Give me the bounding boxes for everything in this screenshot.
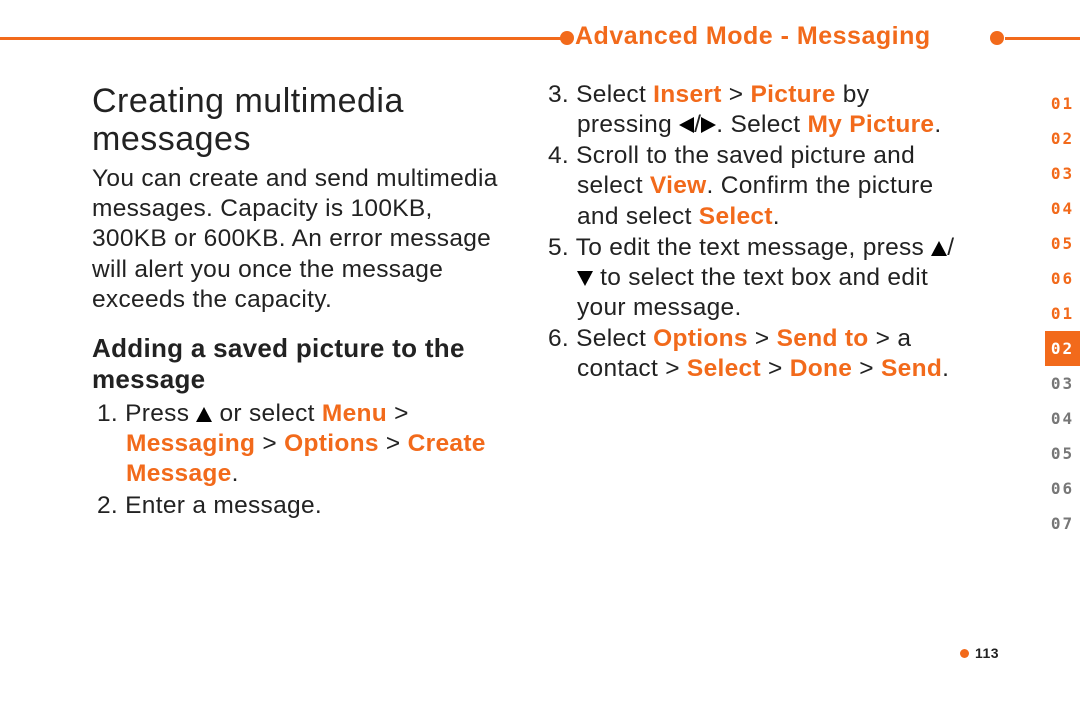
text: . [773,203,780,230]
step-6: 6. Select Options > Send to > a contact … [543,324,963,384]
tab-01b[interactable]: 01 [1045,296,1080,331]
left-arrow-icon [679,117,694,133]
step-3: 3. Select Insert > Picture by pressing /… [543,80,963,140]
send-label: Send [881,355,942,382]
header-rule-right [1005,37,1080,40]
text: To edit the text message, press [576,234,932,261]
sendto-label: Send to [777,325,869,352]
options-label: Options [284,430,379,457]
up-arrow-icon [931,241,947,256]
tab-04[interactable]: 04 [1045,191,1080,226]
step-2: 2. Enter a message. [92,491,512,521]
tab-07b[interactable]: 07 [1045,506,1080,541]
text: . [934,111,941,138]
step-number: 1. [97,400,118,427]
text: Press [125,400,196,427]
down-arrow-icon [577,271,593,286]
select-label: Select [687,355,761,382]
step-number: 2. [97,492,118,519]
select-label: Select [699,203,773,230]
subsection-heading: Adding a saved picture to the message [92,333,512,395]
step-number: 6. [548,325,569,352]
tab-05[interactable]: 05 [1045,226,1080,261]
right-arrow-icon [701,117,716,133]
tab-03[interactable]: 03 [1045,156,1080,191]
text: Select [576,81,653,108]
sep: > [852,355,881,382]
left-column: Creating multimedia messages You can cre… [92,82,512,522]
header-rule-left [0,37,565,40]
text: . Select [716,111,807,138]
insert-label: Insert [653,81,722,108]
section-heading: Creating multimedia messages [92,82,512,158]
sep: > [255,430,284,457]
intro-paragraph: You can create and send multimedia messa… [92,164,512,315]
text: Enter a message. [125,492,322,519]
text: Select [576,325,653,352]
tab-06[interactable]: 06 [1045,261,1080,296]
text: or select [212,400,322,427]
messaging-label: Messaging [126,430,255,457]
step-number: 4. [548,142,569,169]
sep: > [387,400,409,427]
tab-05b[interactable]: 05 [1045,436,1080,471]
page-number-dot [960,649,969,658]
sep: > [748,325,777,352]
sep: > [722,81,751,108]
tab-04b[interactable]: 04 [1045,401,1080,436]
step-number: 3. [548,81,569,108]
step-number: 5. [548,234,569,261]
right-column: 3. Select Insert > Picture by pressing /… [543,80,963,385]
view-label: View [650,172,707,199]
tab-03b[interactable]: 03 [1045,366,1080,401]
tab-02[interactable]: 02 [1045,121,1080,156]
picture-label: Picture [751,81,836,108]
options-label: Options [653,325,748,352]
step-4: 4. Scroll to the saved picture and selec… [543,141,963,231]
up-arrow-icon [196,407,212,422]
sep: > [379,430,408,457]
tab-02b-active[interactable]: 02 [1045,331,1080,366]
header-dot-right [990,31,1004,45]
sep: > [761,355,790,382]
header-dot-left [560,31,574,45]
page-number: 113 [975,645,999,661]
tab-06b[interactable]: 06 [1045,471,1080,506]
text: . [942,355,949,382]
side-tabs: 01 02 03 04 05 06 01 02 03 04 05 06 07 [1045,86,1080,541]
tab-01[interactable]: 01 [1045,86,1080,121]
my-picture-label: My Picture [807,111,934,138]
menu-label: Menu [322,400,387,427]
step-5: 5. To edit the text message, press / to … [543,233,963,323]
header-title: Advanced Mode - Messaging [575,22,931,51]
text: to select the text box and edit your mes… [577,264,928,321]
step-1: 1. Press or select Menu > Messaging > Op… [92,399,512,489]
text: . [232,460,239,487]
done-label: Done [790,355,852,382]
